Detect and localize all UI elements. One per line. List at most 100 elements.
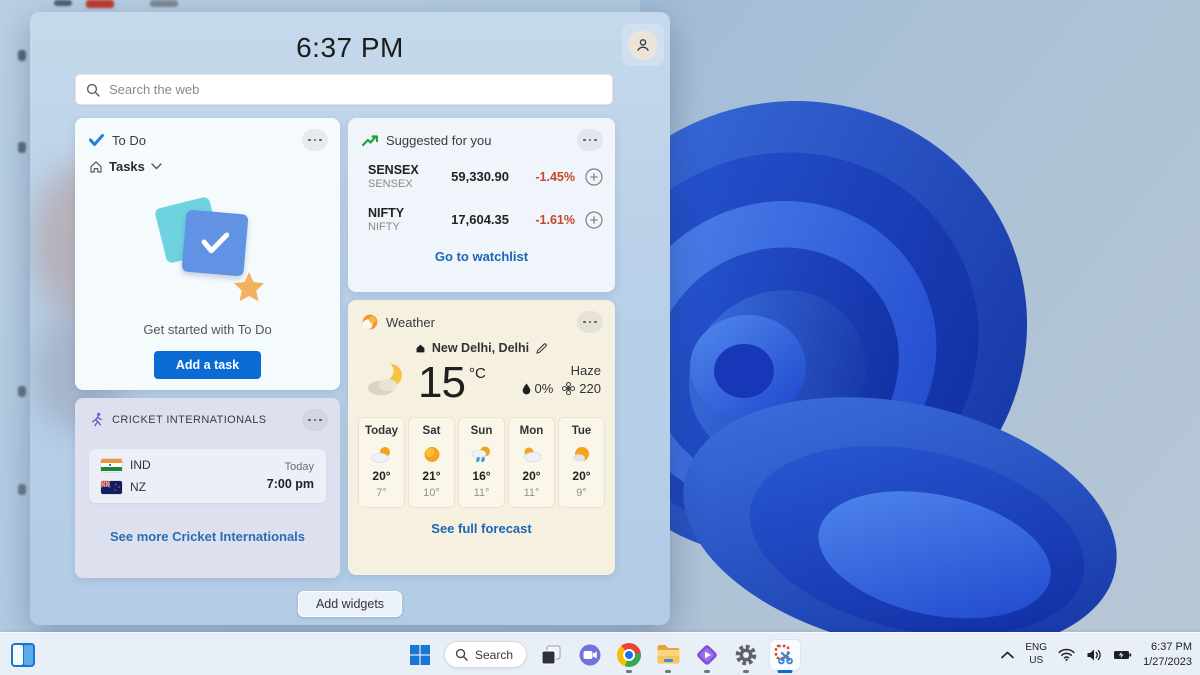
weather-more-button[interactable]: [577, 311, 603, 333]
forecast-lo: 9°: [561, 487, 602, 499]
desktop-icon-fragment: [18, 386, 26, 397]
note-check-icon: [181, 209, 248, 276]
clock-date[interactable]: 6:37 PM 1/27/2023: [1143, 640, 1192, 670]
folder-icon: [656, 644, 681, 665]
desktop-icon-fragment: [86, 0, 114, 8]
task-view-button[interactable]: [536, 640, 566, 670]
settings-button[interactable]: [731, 640, 761, 670]
mostly-sunny-icon: [571, 445, 593, 464]
forecast-day[interactable]: Mon 20° 11°: [508, 417, 555, 508]
forecast-hi: 20°: [561, 469, 602, 483]
add-widgets-button[interactable]: Add widgets: [298, 591, 402, 617]
go-to-watchlist-link[interactable]: Go to watchlist: [348, 249, 615, 264]
widgets-panel: 6:37 PM To Do Tasks: [30, 12, 670, 625]
forecast-day-name: Mon: [511, 425, 552, 437]
forecast-hi: 20°: [361, 469, 402, 483]
search-input[interactable]: [109, 82, 602, 97]
match-day: Today: [267, 461, 314, 473]
todo-check-icon: [89, 134, 104, 147]
stock-change: -1.45%: [523, 170, 575, 184]
cricket-widget: CRICKET INTERNATIONALS IND: [75, 398, 340, 578]
home-icon: [415, 343, 426, 354]
precip-value: 0%: [535, 381, 554, 396]
desktop-icon-fragment: [18, 142, 26, 153]
weather-logo-icon: [362, 314, 378, 330]
stock-row[interactable]: NIFTY NIFTY 17,604.35 -1.61%: [348, 200, 615, 239]
todo-widget: To Do Tasks Get started with To Do: [75, 118, 340, 390]
language-indicator[interactable]: ENG US: [1025, 642, 1047, 667]
partly-cloudy-icon: [370, 445, 394, 464]
widgets-icon: [10, 642, 36, 668]
forecast-day[interactable]: Today 20° 7°: [358, 417, 405, 508]
gear-icon: [734, 643, 758, 667]
volume-button[interactable]: [1086, 648, 1102, 662]
forecast-day[interactable]: Tue 20° 9°: [558, 417, 605, 508]
wifi-button[interactable]: [1058, 648, 1075, 661]
snipping-tool-button[interactable]: [770, 640, 800, 670]
current-temp: 15: [418, 361, 465, 405]
stock-row[interactable]: SENSEX SENSEX 59,330.90 -1.45%: [348, 157, 615, 196]
cricket-more-button[interactable]: [302, 409, 328, 431]
battery-button[interactable]: [1113, 649, 1132, 661]
add-to-watchlist-button[interactable]: [585, 168, 603, 186]
desktop-icon-fragment: [18, 50, 26, 61]
moon-cloud-icon: [364, 361, 410, 399]
cricket-player-icon: [89, 412, 104, 428]
todo-empty-text: Get started with To Do: [75, 322, 340, 337]
forecast-lo: 11°: [511, 487, 552, 499]
suggested-more-button[interactable]: [577, 129, 603, 151]
weather-title: Weather: [386, 315, 569, 330]
see-full-forecast-link[interactable]: See full forecast: [348, 521, 615, 536]
snipping-tool-icon: [773, 643, 797, 667]
profile-button[interactable]: [622, 24, 664, 66]
todo-list-selector[interactable]: Tasks: [89, 159, 340, 174]
stock-symbol: SENSEX: [368, 163, 440, 177]
match-card[interactable]: IND NZ: [89, 449, 326, 503]
india-flag-icon: [101, 459, 122, 472]
sunny-icon: [422, 445, 442, 464]
tray-chevron-button[interactable]: [1001, 651, 1014, 659]
chrome-button[interactable]: [614, 640, 644, 670]
widgets-taskbar-button[interactable]: [8, 640, 38, 670]
forecast-hi: 16°: [461, 469, 502, 483]
see-more-cricket-link[interactable]: See more Cricket Internationals: [75, 529, 340, 544]
language-line2: US: [1029, 655, 1043, 666]
forecast-day-name: Sun: [461, 425, 502, 437]
forecast-row: Today 20° 7° Sat 21° 10° Sun: [348, 405, 615, 508]
chrome-icon: [617, 643, 641, 667]
person-icon: [635, 37, 651, 53]
windows-start-icon: [409, 644, 431, 666]
forecast-lo: 7°: [361, 487, 402, 499]
weather-widget: Weather New Delhi, Delhi 15 °C Haze: [348, 300, 615, 575]
team2-name: NZ: [130, 480, 146, 494]
taskbar: Search: [0, 632, 1200, 675]
add-to-watchlist-button[interactable]: [585, 211, 603, 229]
todo-more-button[interactable]: [302, 129, 328, 151]
suggested-widget: Suggested for you SENSEX SENSEX 59,330.9…: [348, 118, 615, 292]
weather-condition: Haze: [522, 363, 602, 378]
todo-list-label: Tasks: [109, 159, 145, 174]
team1-name: IND: [130, 458, 151, 472]
chat-button[interactable]: [575, 640, 605, 670]
temp-unit: °C: [469, 365, 486, 382]
star-icon: [232, 271, 266, 304]
start-button[interactable]: [405, 640, 435, 670]
weather-location-row[interactable]: New Delhi, Delhi: [348, 341, 615, 355]
trending-up-icon: [362, 134, 378, 147]
stock-symbol: NIFTY: [368, 206, 440, 220]
desktop-icon-fragment: [54, 0, 72, 6]
web-search-bar[interactable]: [75, 74, 613, 105]
forecast-day[interactable]: Sun 16° 11°: [458, 417, 505, 508]
add-task-button[interactable]: Add a task: [154, 351, 261, 379]
search-icon: [455, 648, 468, 661]
forecast-day-name: Tue: [561, 425, 602, 437]
pencil-icon[interactable]: [535, 342, 548, 355]
file-explorer-button[interactable]: [653, 640, 683, 670]
desktop-icon-fragment: [150, 0, 178, 7]
forecast-day[interactable]: Sat 21° 10°: [408, 417, 455, 508]
taskbar-search[interactable]: Search: [444, 641, 527, 668]
mostly-cloudy-icon: [520, 445, 544, 464]
search-icon: [86, 83, 100, 97]
movies-app-button[interactable]: [692, 640, 722, 670]
plus-circle-icon: [585, 211, 603, 229]
